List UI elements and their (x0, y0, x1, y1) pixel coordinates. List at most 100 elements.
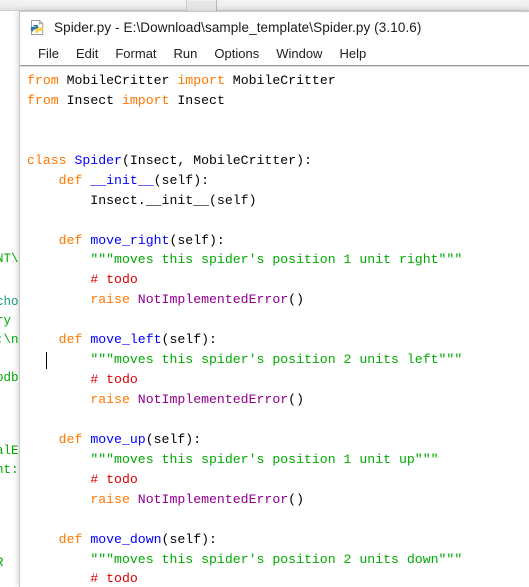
code-line[interactable]: # todo (27, 270, 529, 290)
code-line[interactable]: """moves this spider's position 2 units … (27, 550, 529, 570)
code-token: move_right (90, 232, 170, 248)
code-token: move_left (90, 332, 162, 348)
code-token: Insect (66, 92, 122, 108)
code-token: def (58, 232, 91, 248)
code-token: def (58, 332, 91, 348)
code-token: raise (90, 491, 138, 507)
code-token: # todo (90, 471, 138, 487)
code-line[interactable]: from MobileCritter import MobileCritter (27, 71, 529, 91)
code-token: """moves this spider's position 2 units … (90, 352, 463, 368)
background-text-fragment: nt: (0, 463, 19, 477)
code-token: MobileCritter (232, 73, 336, 88)
code-token: (self): (153, 172, 210, 188)
text-caret (46, 352, 47, 369)
background-text-fragment: alE (0, 444, 19, 458)
code-token: def (58, 531, 91, 547)
source-code[interactable]: from MobileCritter import MobileCritter f… (20, 71, 529, 587)
code-token: raise (90, 292, 138, 308)
menu-format[interactable]: Format (107, 45, 165, 63)
code-line[interactable]: """moves this spider's position 1 unit r… (27, 250, 529, 270)
code-token: (self): (145, 431, 202, 447)
code-token: Insect.__init__(self) (27, 192, 257, 208)
code-token: # todo (90, 571, 138, 587)
desktop-background: NT\ cho ry :\n odb alE nt: R Spider.py - E:\Dow… (0, 0, 529, 587)
code-line[interactable]: # todo (27, 370, 529, 390)
code-line[interactable]: """moves this spider's position 1 unit u… (27, 450, 529, 470)
top-strip-divider-right (216, 0, 217, 11)
code-line[interactable]: # todo (27, 569, 529, 587)
code-token: """moves this spider's position 1 unit r… (90, 252, 463, 268)
code-token: NotImplementedError (137, 292, 289, 308)
code-token: MobileCritter (66, 73, 178, 88)
code-token: import (177, 73, 233, 88)
code-line[interactable]: def move_right(self): (27, 231, 529, 251)
code-line[interactable]: def move_up(self): (27, 430, 529, 450)
background-text-fragment: ry (0, 314, 12, 328)
code-token: __init__ (90, 172, 154, 188)
code-line[interactable]: def move_down(self): (27, 530, 529, 550)
background-text-fragment: :\n (0, 333, 19, 347)
menu-edit[interactable]: Edit (68, 45, 107, 63)
code-line[interactable]: ​ (27, 111, 529, 131)
code-token: move_up (90, 431, 146, 447)
background-window-top-strip[interactable] (0, 0, 529, 11)
code-token: raise (90, 392, 138, 407)
code-line[interactable]: raise NotImplementedError() (27, 290, 529, 310)
code-token: """moves this spider's position 1 unit u… (90, 451, 439, 467)
background-text-fragment: cho (0, 295, 19, 309)
menu-options[interactable]: Options (206, 45, 268, 63)
background-text-fragment: odb (0, 371, 19, 385)
code-token: def (58, 431, 91, 447)
code-token: Insect (177, 92, 225, 108)
idle-editor-window[interactable]: Spider.py - E:\Download\sample_template\… (19, 11, 529, 587)
menu-help[interactable]: Help (331, 45, 375, 63)
code-token: """moves this spider's position 2 units … (90, 551, 463, 567)
window-title: Spider.py - E:\Download\sample_template\… (54, 19, 422, 35)
code-line[interactable]: from Insect import Insect (27, 91, 529, 111)
code-token: NotImplementedError (137, 392, 289, 407)
code-line[interactable]: ​ (27, 510, 529, 530)
background-text-fragment: NT\ (0, 252, 19, 266)
code-line[interactable]: Insect.__init__(self) (27, 191, 529, 211)
code-line[interactable]: ​ (27, 410, 529, 430)
code-token: (Insect, MobileCritter): (121, 152, 312, 168)
code-line[interactable]: # todo (27, 470, 529, 490)
code-line[interactable]: ​ (27, 211, 529, 231)
background-window-tab[interactable] (187, 1, 216, 11)
background-text-fragment: R (0, 557, 4, 570)
code-line[interactable]: ​ (27, 310, 529, 330)
window-titlebar[interactable]: Spider.py - E:\Download\sample_template\… (20, 12, 529, 42)
menu-run[interactable]: Run (166, 45, 207, 63)
menu-file[interactable]: File (30, 45, 68, 63)
code-line[interactable]: """moves this spider's position 2 units … (27, 350, 529, 370)
code-token: def (58, 172, 91, 188)
code-token: () (288, 491, 304, 507)
code-line[interactable]: raise NotImplementedError() (27, 490, 529, 510)
code-token: # todo (90, 272, 138, 288)
code-token: import (121, 92, 178, 108)
menu-window[interactable]: Window (268, 45, 331, 63)
code-line[interactable]: class Spider(Insect, MobileCritter): (27, 151, 529, 171)
code-line[interactable]: ​ (27, 131, 529, 151)
code-line[interactable]: def __init__(self): (27, 171, 529, 191)
code-token: Spider (74, 152, 122, 168)
code-line[interactable]: def move_left(self): (27, 330, 529, 350)
code-editor-area[interactable]: from MobileCritter import MobileCritter f… (20, 67, 529, 587)
code-line[interactable]: raise NotImplementedError() (27, 390, 529, 410)
menubar[interactable]: File Edit Format Run Options Window Help (20, 42, 529, 65)
